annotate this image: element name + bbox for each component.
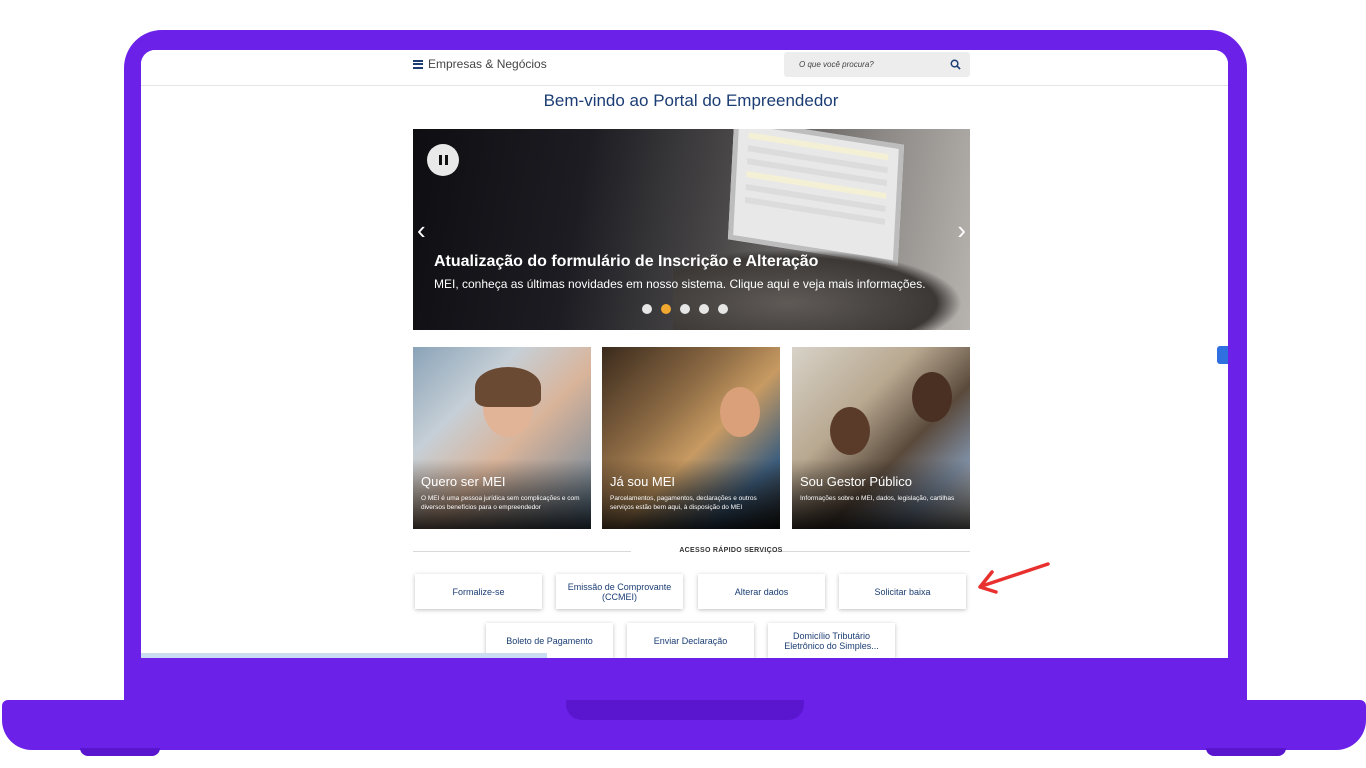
photo-hair <box>475 367 541 407</box>
laptop-foot-right <box>1206 748 1286 756</box>
carousel-dot[interactable] <box>699 304 709 314</box>
laptop-illustration <box>727 129 905 266</box>
photo-person <box>720 387 760 437</box>
domicilio-tributario-button[interactable]: Domicílio Tributário Eletrônico do Simpl… <box>768 623 895 658</box>
hamburger-icon <box>413 59 423 69</box>
card-description: Parcelamentos, pagamentos, declarações e… <box>610 495 757 511</box>
photo-person <box>912 372 952 422</box>
alterar-dados-button[interactable]: Alterar dados <box>698 574 825 609</box>
search-box <box>784 52 970 77</box>
card-title: Quero ser MEI <box>421 474 506 489</box>
card-quero-ser-mei[interactable]: Quero ser MEI O MEI é uma pessoa jurídic… <box>413 347 591 529</box>
emissao-comprovante-button[interactable]: Emissão de Comprovante (CCMEI) <box>556 574 683 609</box>
main-menu-button[interactable]: Empresas & Negócios <box>413 57 547 71</box>
quick-access-label: ACESSO RÁPIDO SERVIÇOS <box>679 547 783 554</box>
annotation-arrow-icon <box>978 562 1050 594</box>
card-ja-sou-mei[interactable]: Já sou MEI Parcelamentos, pagamentos, de… <box>602 347 780 529</box>
carousel-dot-active[interactable] <box>661 304 671 314</box>
card-title: Sou Gestor Público <box>800 474 913 489</box>
search-icon[interactable] <box>950 59 961 70</box>
divider-left <box>413 551 631 552</box>
photo-person <box>830 407 870 455</box>
carousel-dots <box>642 304 728 314</box>
solicitar-baixa-button[interactable]: Solicitar baixa <box>839 574 966 609</box>
accessibility-side-tab[interactable] <box>1217 346 1228 364</box>
carousel-prev-arrow[interactable]: ‹ <box>417 217 426 243</box>
browser-screen: Empresas & Negócios Bem-vindo ao Portal … <box>141 50 1228 658</box>
hero-carousel[interactable]: ‹ › Atualização do formulário de Inscriç… <box>413 129 970 330</box>
page-load-bar <box>141 653 547 658</box>
carousel-dot[interactable] <box>680 304 690 314</box>
page-title: Bem-vindo ao Portal do Empreendedor <box>543 91 839 110</box>
formalize-se-button[interactable]: Formalize-se <box>415 574 542 609</box>
laptop-notch <box>566 700 804 720</box>
menu-label: Empresas & Negócios <box>428 57 547 71</box>
card-description: Informações sobre o MEI, dados, legislaç… <box>800 495 955 502</box>
carousel-dot[interactable] <box>642 304 652 314</box>
hero-title[interactable]: Atualização do formulário de Inscrição e… <box>434 253 818 271</box>
pause-button[interactable] <box>427 144 459 176</box>
search-input[interactable] <box>784 52 944 77</box>
laptop-foot-left <box>80 748 160 756</box>
enviar-declaracao-button[interactable]: Enviar Declaração <box>627 623 754 658</box>
hero-subtitle[interactable]: MEI, conheça as últimas novidades em nos… <box>434 277 926 291</box>
carousel-dot[interactable] <box>718 304 728 314</box>
card-sou-gestor-publico[interactable]: Sou Gestor Público Informações sobre o M… <box>792 347 970 529</box>
carousel-next-arrow[interactable]: › <box>957 217 966 243</box>
card-description: O MEI é uma pessoa jurídica sem complica… <box>421 495 580 511</box>
top-bar: Empresas & Negócios <box>141 50 1228 86</box>
card-title: Já sou MEI <box>610 474 676 489</box>
